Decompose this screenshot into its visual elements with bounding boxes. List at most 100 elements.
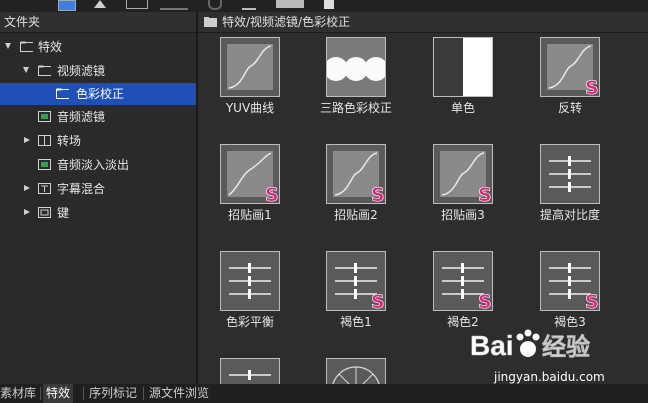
effect-tile-yuv-curve[interactable]: YUV曲线 (210, 37, 290, 121)
breadcrumb: 特效/视频滤镜/色彩校正 (198, 12, 648, 33)
tree-item-effects[interactable]: 特效 (0, 36, 196, 58)
list-icon[interactable] (242, 0, 256, 10)
svg-text:S: S (478, 184, 492, 203)
svg-text:S: S (371, 291, 385, 310)
curve-icon: S (433, 144, 493, 204)
curve-icon: S (220, 144, 280, 204)
tree-item-transitions[interactable]: 转场 (0, 130, 196, 152)
tree-item-label: 特效 (38, 40, 63, 54)
toolbar (0, 0, 648, 12)
effect-tile-contrast[interactable]: 提高对比度 (530, 144, 610, 228)
title-icon (38, 183, 51, 194)
effect-tile-partial-1[interactable] (210, 358, 290, 384)
tree-item-title-mix[interactable]: 字幕混合 (0, 178, 196, 200)
folder-open-icon (38, 65, 51, 76)
effect-label: 色彩平衡 (225, 315, 274, 329)
effect-tile-color-balance[interactable]: 色彩平衡 (210, 251, 290, 335)
new-icon[interactable] (58, 0, 76, 11)
effect-tile-monochrome[interactable]: 单色 (423, 37, 503, 121)
filter-icon (38, 111, 51, 122)
tree-item-label: 字幕混合 (57, 182, 106, 196)
effect-tile-partial-2[interactable] (316, 358, 396, 384)
tree-item-color-correction[interactable]: 色彩校正 (0, 83, 196, 105)
tree-item-label: 色彩校正 (76, 87, 125, 101)
effect-label: 提高对比度 (539, 208, 600, 222)
tree-item-label: 音频淡入淡出 (57, 158, 130, 172)
tree-item-keys[interactable]: 键 (0, 202, 196, 224)
bottom-tab-bar: 素材库 特效 序列标记 源文件浏览 (0, 384, 648, 403)
svg-text:S: S (585, 77, 599, 96)
watermark-brand: Bai (470, 330, 514, 361)
view-mode-icon[interactable] (276, 0, 304, 8)
collapse-arrow-icon[interactable] (24, 209, 30, 215)
tree-item-label: 视频滤镜 (57, 64, 106, 78)
svg-text:S: S (371, 184, 385, 203)
tab-source-browser[interactable]: 源文件浏览 (146, 384, 212, 403)
sliders-icon (220, 251, 280, 311)
tab-separator (40, 387, 41, 400)
effect-tile-sepia-1[interactable]: S 褐色1 (316, 251, 396, 335)
sliders-icon (540, 144, 600, 204)
paw-icon (516, 329, 540, 357)
watermark-brand-2: 经验 (542, 333, 590, 361)
folder-icon (204, 17, 217, 27)
curve-icon (220, 37, 280, 97)
effect-tile-invert[interactable]: S 反转 (530, 37, 610, 121)
watermark: Bai 经验 (468, 327, 618, 370)
effect-label: 招贴画1 (228, 208, 272, 222)
curve-icon: S (540, 37, 600, 97)
effect-label: 褐色1 (340, 315, 372, 329)
effect-tile-poster-2[interactable]: S 招贴画2 (316, 144, 396, 228)
curve-icon: S (326, 144, 386, 204)
collapse-arrow-icon[interactable] (24, 185, 30, 191)
tab-effects[interactable]: 特效 (43, 384, 74, 403)
effect-label: YUV曲线 (225, 101, 275, 115)
effect-label: 招贴画3 (441, 208, 485, 222)
tab-sequence-markers[interactable]: 序列标记 (86, 384, 140, 403)
monochrome-icon (433, 37, 493, 97)
effect-label: 招贴画2 (334, 208, 378, 222)
redo-icon[interactable] (208, 0, 222, 10)
add-dropdown-icon[interactable] (160, 0, 188, 10)
effect-tile-three-way[interactable]: 三路色彩校正 (316, 37, 396, 121)
audio-fade-icon (38, 159, 51, 170)
transition-icon (38, 135, 51, 146)
info-icon[interactable] (324, 0, 334, 9)
sliders-icon: S (433, 251, 493, 311)
watermark-url: jingyan.baidu.com (494, 370, 605, 384)
tree-item-audio-fade[interactable]: 音频淡入淡出 (0, 154, 196, 176)
effect-label: 单色 (450, 101, 475, 115)
tab-separator (143, 387, 144, 400)
tab-library[interactable]: 素材库 (0, 384, 39, 403)
three-circles-icon (326, 37, 386, 97)
folder-open-icon (20, 41, 33, 52)
baidu-paw-logo: Bai 经验 (470, 329, 590, 361)
tab-separator (83, 387, 84, 400)
svg-text:S: S (478, 291, 492, 310)
collapse-arrow-icon[interactable] (24, 137, 30, 143)
sliders-icon (220, 358, 280, 384)
expand-arrow-icon[interactable] (5, 43, 11, 49)
breadcrumb-path: 特效/视频滤镜/色彩校正 (222, 15, 351, 29)
folder-panel: 文件夹 特效 视频滤镜 色彩校正 音频滤镜 转场 音频淡入淡出 字幕混合 键 (0, 12, 196, 384)
folder-icon (56, 88, 69, 99)
tree-item-label: 转场 (57, 134, 82, 148)
effect-label: 三路色彩校正 (319, 101, 392, 115)
effect-tile-poster-1[interactable]: S 招贴画1 (210, 144, 290, 228)
tree-item-video-filters[interactable]: 视频滤镜 (0, 60, 196, 82)
tree-item-label: 音频滤镜 (57, 110, 106, 124)
eject-icon[interactable] (94, 0, 106, 10)
effect-tile-sepia-2[interactable]: S 褐色2 (423, 251, 503, 335)
svg-text:S: S (585, 291, 599, 310)
sliders-icon: S (326, 251, 386, 311)
tree-item-audio-filters[interactable]: 音频滤镜 (0, 106, 196, 128)
sliders-icon: S (540, 251, 600, 311)
key-icon (38, 207, 51, 218)
effect-tile-sepia-3[interactable]: S 褐色3 (530, 251, 610, 335)
svg-text:S: S (265, 184, 279, 203)
effect-label: 反转 (557, 101, 582, 115)
link-icon[interactable] (126, 0, 148, 9)
expand-arrow-icon[interactable] (23, 67, 29, 73)
effect-tile-poster-3[interactable]: S 招贴画3 (423, 144, 503, 228)
tree-item-label: 键 (57, 206, 70, 220)
